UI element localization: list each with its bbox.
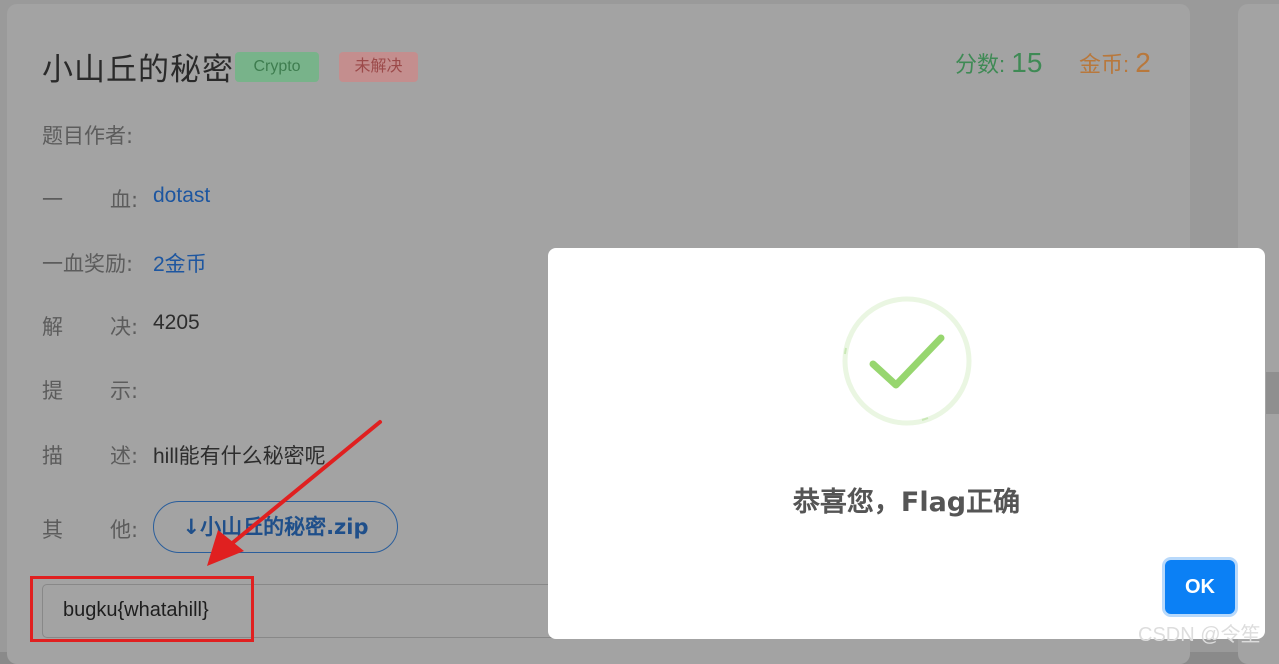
watermark: CSDN @令笙: [1138, 624, 1261, 646]
success-ring-circle: [842, 296, 972, 426]
arrow-head: [207, 530, 244, 566]
success-dialog: 恭喜您，Flag正确 OK: [548, 248, 1265, 639]
arrow-shaft: [228, 420, 382, 547]
dialog-message: 恭喜您，Flag正确: [792, 487, 1021, 518]
success-check-icon: [842, 296, 972, 426]
ok-button[interactable]: OK: [1165, 560, 1235, 614]
success-checkmark: [869, 334, 945, 389]
success-ring-tick-left: [844, 347, 847, 355]
